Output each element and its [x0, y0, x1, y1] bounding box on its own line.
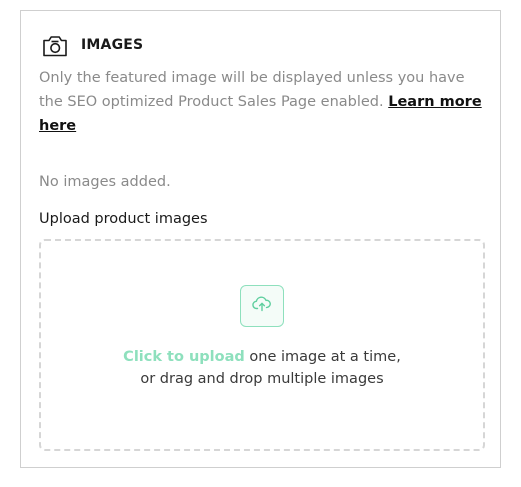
section-title: IMAGES: [81, 37, 144, 53]
dropzone-instructions: Click to upload one image at a time, or …: [41, 346, 483, 390]
camera-icon: [39, 29, 71, 61]
dropzone-line2: or drag and drop multiple images: [140, 371, 384, 387]
images-card: IMAGES Only the featured image will be d…: [20, 10, 501, 468]
cloud-upload-icon: [251, 293, 273, 319]
no-images-note: No images added.: [39, 174, 171, 190]
dropzone-line1: one image at a time,: [244, 349, 401, 365]
section-description: Only the featured image will be displaye…: [39, 66, 489, 138]
upload-label: Upload product images: [39, 211, 208, 227]
upload-button[interactable]: [240, 285, 284, 327]
images-header: IMAGES: [39, 29, 143, 61]
image-dropzone[interactable]: Click to upload one image at a time, or …: [39, 239, 485, 451]
click-to-upload-link[interactable]: Click to upload: [123, 349, 245, 365]
